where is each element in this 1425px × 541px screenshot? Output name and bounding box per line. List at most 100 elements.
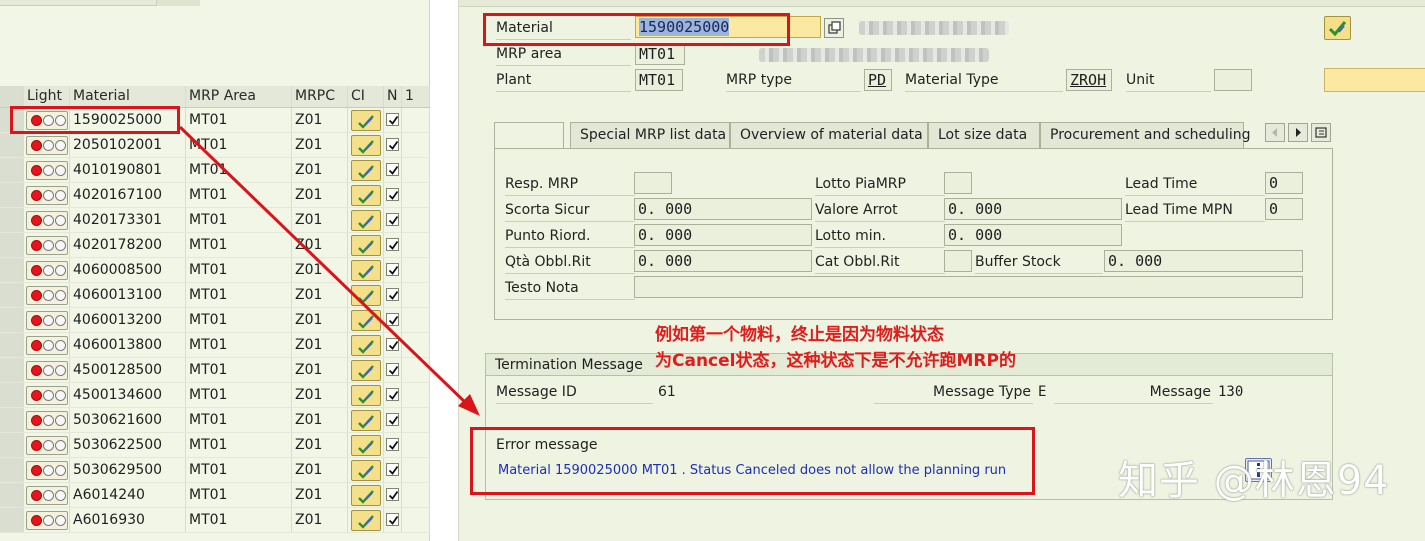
status-lights-icon[interactable] <box>26 136 68 155</box>
row-select-cell[interactable] <box>0 333 24 357</box>
table-row[interactable]: A6014240 MT01 Z01 <box>0 483 430 508</box>
ci-pencil-icon[interactable] <box>351 460 381 481</box>
header-mrp-area[interactable]: MRP Area <box>186 86 292 107</box>
header-ci[interactable]: CI <box>348 86 384 107</box>
ci-pencil-icon[interactable] <box>351 435 381 456</box>
table-row[interactable]: 4060013200 MT01 Z01 <box>0 308 430 333</box>
table-row[interactable]: 4060013100 MT01 Z01 <box>0 283 430 308</box>
table-row[interactable]: 4010190801 MT01 Z01 <box>0 158 430 183</box>
scorta-sicur-field[interactable]: 0. 000 <box>634 198 812 220</box>
table-row[interactable]: 4020167100 MT01 Z01 <box>0 183 430 208</box>
row-select-cell[interactable] <box>0 383 24 407</box>
ci-pencil-icon[interactable] <box>351 310 381 331</box>
status-lights-icon[interactable] <box>26 111 68 130</box>
material-field[interactable]: 1590025000 <box>635 16 821 38</box>
status-lights-icon[interactable] <box>26 361 68 380</box>
ci-pencil-icon[interactable] <box>351 185 381 206</box>
tab-scroll-right-icon[interactable] <box>1288 123 1308 142</box>
ci-pencil-icon[interactable] <box>351 260 381 281</box>
status-lights-icon[interactable] <box>26 236 68 255</box>
status-lights-icon[interactable] <box>26 461 68 480</box>
tab-special-mrp-list-data[interactable]: Special MRP list data <box>570 122 730 148</box>
unit-field[interactable] <box>1214 69 1252 91</box>
cat-obbl-rit-field[interactable] <box>944 250 972 272</box>
material-cell[interactable]: 1590025000 <box>70 108 186 132</box>
material-cell[interactable]: 4500134600 <box>70 383 186 407</box>
row-select-cell[interactable] <box>0 158 24 182</box>
checkbox-checked-icon[interactable] <box>386 463 399 476</box>
row-select-cell[interactable] <box>0 258 24 282</box>
checkbox-checked-icon[interactable] <box>386 188 399 201</box>
row-select-cell[interactable] <box>0 408 24 432</box>
ci-pencil-icon[interactable] <box>351 285 381 306</box>
status-lights-icon[interactable] <box>26 486 68 505</box>
row-select-cell[interactable] <box>0 358 24 382</box>
material-cell[interactable]: 2050102001 <box>70 133 186 157</box>
status-lights-icon[interactable] <box>26 386 68 405</box>
material-type-field[interactable]: ZROH <box>1066 69 1112 91</box>
punto-riord-field[interactable]: 0. 000 <box>634 224 812 246</box>
row-select-cell[interactable] <box>0 508 24 532</box>
checkbox-checked-icon[interactable] <box>386 163 399 176</box>
buffer-stock-field[interactable]: 0. 000 <box>1104 250 1303 272</box>
checkbox-checked-icon[interactable] <box>386 113 399 126</box>
row-select-cell[interactable] <box>0 108 24 132</box>
status-lights-icon[interactable] <box>26 211 68 230</box>
material-cell[interactable]: 5030629500 <box>70 458 186 482</box>
row-select-cell[interactable] <box>0 283 24 307</box>
checkbox-checked-icon[interactable] <box>386 238 399 251</box>
material-cell[interactable]: 4060008500 <box>70 258 186 282</box>
row-select-cell[interactable] <box>0 458 24 482</box>
tab-scroll-left-icon[interactable] <box>1265 123 1285 142</box>
header-material[interactable]: Material <box>70 86 186 107</box>
execute-check-icon[interactable] <box>1324 16 1351 40</box>
table-row[interactable]: 5030621600 MT01 Z01 <box>0 408 430 433</box>
header-select-cell[interactable] <box>0 86 24 107</box>
status-lights-icon[interactable] <box>26 161 68 180</box>
checkbox-checked-icon[interactable] <box>386 288 399 301</box>
table-row[interactable]: 5030629500 MT01 Z01 <box>0 458 430 483</box>
material-cell[interactable]: A6014240 <box>70 483 186 507</box>
table-row[interactable]: 2050102001 MT01 Z01 <box>0 133 430 158</box>
status-lights-icon[interactable] <box>26 261 68 280</box>
row-select-cell[interactable] <box>0 233 24 257</box>
material-cell[interactable]: 4020178200 <box>70 233 186 257</box>
tab-overview-material-data[interactable]: Overview of material data <box>730 122 928 148</box>
header-1[interactable]: 1 <box>402 86 430 107</box>
table-row[interactable]: 5030622500 MT01 Z01 <box>0 433 430 458</box>
row-select-cell[interactable] <box>0 183 24 207</box>
status-lights-icon[interactable] <box>26 311 68 330</box>
material-cell[interactable]: 4020173301 <box>70 208 186 232</box>
material-cell[interactable]: 5030621600 <box>70 408 186 432</box>
checkbox-checked-icon[interactable] <box>386 413 399 426</box>
ci-pencil-icon[interactable] <box>351 360 381 381</box>
testo-nota-field[interactable] <box>634 276 1303 298</box>
material-cell[interactable]: 4060013800 <box>70 333 186 357</box>
material-cell[interactable]: A6016930 <box>70 508 186 532</box>
row-select-cell[interactable] <box>0 308 24 332</box>
row-select-cell[interactable] <box>0 208 24 232</box>
copy-icon[interactable] <box>824 18 844 38</box>
ci-pencil-icon[interactable] <box>351 110 381 131</box>
row-select-cell[interactable] <box>0 433 24 457</box>
mrp-area-field[interactable]: MT01 <box>635 43 685 65</box>
mrp-type-field[interactable]: PD <box>864 69 892 91</box>
checkbox-checked-icon[interactable] <box>386 213 399 226</box>
checkbox-checked-icon[interactable] <box>386 338 399 351</box>
checkbox-checked-icon[interactable] <box>386 263 399 276</box>
lead-time-field[interactable]: 0 <box>1265 172 1303 194</box>
header-light[interactable]: Light <box>24 86 70 107</box>
ci-pencil-icon[interactable] <box>351 510 381 531</box>
row-select-cell[interactable] <box>0 483 24 507</box>
ci-pencil-icon[interactable] <box>351 385 381 406</box>
lotto-min-field[interactable]: 0. 000 <box>944 224 1122 246</box>
tab-first[interactable] <box>494 122 564 148</box>
status-lights-icon[interactable] <box>26 411 68 430</box>
checkbox-checked-icon[interactable] <box>386 363 399 376</box>
checkbox-checked-icon[interactable] <box>386 488 399 501</box>
row-select-cell[interactable] <box>0 133 24 157</box>
table-row[interactable]: 4060008500 MT01 Z01 <box>0 258 430 283</box>
valore-arrot-field[interactable]: 0. 000 <box>944 198 1122 220</box>
qta-obbl-rit-field[interactable]: 0. 000 <box>634 250 812 272</box>
ci-pencil-icon[interactable] <box>351 135 381 156</box>
